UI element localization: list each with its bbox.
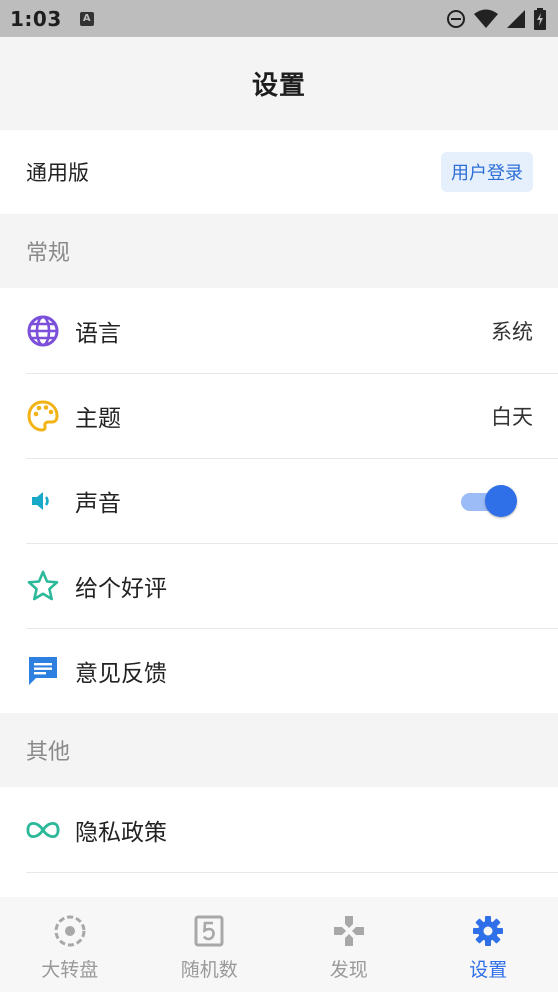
- section-header-general: 常规: [26, 241, 71, 266]
- toggle-thumb: [485, 484, 517, 517]
- wheel-icon: [52, 913, 88, 949]
- nav-item-random[interactable]: 随机数: [140, 897, 280, 992]
- setting-rate[interactable]: 给个好评: [0, 543, 558, 628]
- login-button[interactable]: 用户登录: [441, 152, 533, 192]
- star-icon: [26, 569, 60, 603]
- page-title: 设置: [251, 70, 306, 101]
- gear-icon: [470, 913, 506, 949]
- status-bar: 1:03 A: [0, 0, 558, 37]
- globe-icon: [26, 314, 60, 348]
- setting-value: 白天: [491, 404, 533, 429]
- nav-label: 发现: [329, 959, 368, 981]
- bottom-navigation: 大转盘 随机数 发现 设置: [0, 897, 558, 992]
- wifi-icon: [474, 9, 498, 28]
- notification-app-icon: A: [79, 11, 94, 26]
- setting-sound[interactable]: 声音: [0, 458, 558, 543]
- status-icons: [446, 7, 546, 30]
- nav-label: 随机数: [180, 959, 238, 981]
- setting-label: 隐私政策: [75, 819, 167, 846]
- nav-item-settings[interactable]: 设置: [419, 897, 558, 992]
- setting-label: 给个好评: [75, 575, 167, 602]
- setting-label: 声音: [75, 490, 121, 517]
- nav-item-discover[interactable]: 发现: [279, 897, 419, 992]
- edition-label: 通用版: [26, 161, 89, 185]
- setting-partial-row: [0, 872, 558, 897]
- gamepad-icon: [331, 913, 367, 949]
- battery-icon: [534, 7, 546, 30]
- status-time: 1:03: [10, 6, 62, 31]
- other-settings-list: 隐私政策: [0, 787, 558, 897]
- dice-five-icon: [191, 913, 227, 949]
- setting-value: 系统: [491, 319, 533, 344]
- setting-language[interactable]: 语言 系统: [0, 288, 558, 373]
- sound-toggle[interactable]: [459, 484, 519, 518]
- setting-label: 语言: [75, 320, 121, 347]
- nav-label: 大转盘: [41, 959, 99, 981]
- setting-privacy[interactable]: 隐私政策: [0, 787, 558, 872]
- speaker-icon: [26, 484, 60, 518]
- nav-item-wheel[interactable]: 大转盘: [0, 897, 140, 992]
- account-row: 通用版 用户登录: [0, 130, 558, 214]
- nav-label: 设置: [469, 959, 508, 981]
- section-header-other: 其他: [26, 740, 71, 765]
- setting-label: 主题: [75, 405, 121, 432]
- setting-label: 意见反馈: [75, 660, 167, 687]
- signal-icon: [507, 9, 525, 28]
- setting-feedback[interactable]: 意见反馈: [0, 628, 558, 713]
- do-not-disturb-icon: [447, 9, 465, 28]
- general-settings-list: 语言 系统 主题 白天 声音 给个好评 意见反馈: [0, 288, 558, 713]
- setting-theme[interactable]: 主题 白天: [0, 373, 558, 458]
- message-icon: [26, 654, 60, 688]
- infinity-icon: [26, 813, 60, 847]
- palette-icon: [26, 399, 60, 433]
- page-header: 设置: [0, 37, 558, 129]
